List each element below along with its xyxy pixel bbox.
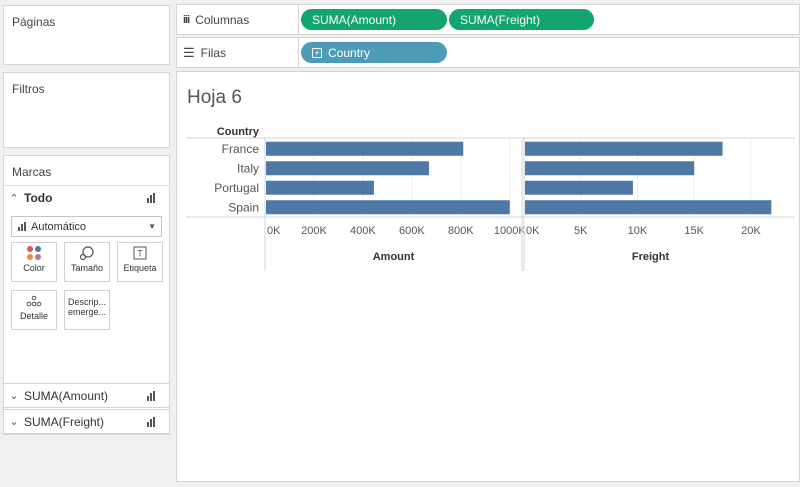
rows-label: Filas xyxy=(200,45,226,60)
row-pill-label: Country xyxy=(328,45,371,60)
tick-label: 800K xyxy=(448,225,474,237)
marks-section-label: SUMA(Amount) xyxy=(24,388,109,403)
marks-section-amount[interactable]: ⌄ SUMA(Amount) xyxy=(3,383,170,408)
chevron-up-icon[interactable]: ⌃ xyxy=(4,192,24,205)
tick-label: 0K xyxy=(267,225,281,237)
tick-label: 5K xyxy=(574,225,588,237)
label-card[interactable]: T Etiqueta xyxy=(117,242,163,282)
pages-panel[interactable]: Páginas xyxy=(3,5,170,65)
columns-label: Columnas xyxy=(195,12,250,27)
bar-amount xyxy=(266,180,374,195)
tick-label: 600K xyxy=(399,225,425,237)
tick-label: 400K xyxy=(350,225,376,237)
mark-type-dropdown[interactable]: Automático ▼ xyxy=(11,216,162,237)
row-header-country: Country xyxy=(217,126,260,138)
tick-label: 10K xyxy=(628,225,648,237)
svg-text:T: T xyxy=(137,249,143,259)
bar-mark-icon xyxy=(147,193,169,203)
bar-chart[interactable]: Country France Italy Portugal Spain 0K 200K 400… xyxy=(177,72,799,481)
tooltip-card[interactable]: Descrip... emerge... xyxy=(64,290,110,330)
text-label-icon: T xyxy=(118,243,162,263)
bar-freight xyxy=(525,141,723,156)
tick-label: 1000K xyxy=(494,225,526,237)
rows-shelf[interactable]: ☰ Filas + Country xyxy=(176,37,800,68)
expand-plus-icon[interactable]: + xyxy=(312,47,322,58)
bar-freight xyxy=(525,200,772,215)
marks-section-label: SUMA(Freight) xyxy=(24,414,105,429)
color-card[interactable]: Color xyxy=(11,242,57,282)
bar-mark-icon xyxy=(18,222,26,231)
marks-title: Marcas xyxy=(12,165,52,179)
category-label: Portugal xyxy=(214,181,259,195)
dropdown-arrow-icon: ▼ xyxy=(148,222,156,231)
size-icon xyxy=(65,243,109,263)
label-card-label: Etiqueta xyxy=(123,263,157,273)
rows-shelf-header: ☰ Filas xyxy=(183,38,226,67)
columns-shelf[interactable]: iii Columnas SUMA(Amount) SUMA(Freight) xyxy=(176,4,800,35)
tick-label: 0K xyxy=(526,225,540,237)
tooltip-card-label: Descrip... emerge... xyxy=(67,297,107,317)
color-card-label: Color xyxy=(23,263,45,273)
rows-icon: ☰ xyxy=(183,44,195,60)
mark-type-value: Automático xyxy=(31,220,87,233)
detail-card-label: Detalle xyxy=(19,311,48,321)
marks-all-label: Todo xyxy=(24,191,53,205)
bar-freight xyxy=(525,161,695,176)
shelf-divider xyxy=(298,38,299,67)
row-pill-country[interactable]: + Country xyxy=(301,42,447,63)
column-pill-amount[interactable]: SUMA(Amount) xyxy=(301,9,447,30)
bar-mark-icon xyxy=(147,416,169,427)
size-card[interactable]: Tamaño xyxy=(64,242,110,282)
size-card-label: Tamaño xyxy=(70,263,104,273)
tick-label: 15K xyxy=(684,225,704,237)
filters-title: Filtros xyxy=(12,82,45,96)
bar-amount xyxy=(266,161,429,176)
columns-icon: iii xyxy=(183,13,190,26)
bar-freight xyxy=(525,180,633,195)
bar-amount xyxy=(266,141,464,156)
chevron-down-icon[interactable]: ⌄ xyxy=(4,389,24,402)
bar-mark-icon xyxy=(147,390,169,401)
category-label: Italy xyxy=(237,161,259,175)
tick-label: 20K xyxy=(741,225,761,237)
tick-label: 200K xyxy=(301,225,327,237)
bar-amount xyxy=(266,200,510,215)
marks-section-freight[interactable]: ⌄ SUMA(Freight) xyxy=(3,409,170,434)
axis-title: Freight xyxy=(632,251,670,263)
axis-title: Amount xyxy=(373,251,415,263)
shelf-divider xyxy=(298,5,299,34)
detail-dots-icon xyxy=(12,291,56,311)
detail-card[interactable]: Detalle xyxy=(11,290,57,330)
filters-panel[interactable]: Filtros xyxy=(3,72,170,148)
columns-shelf-header: iii Columnas xyxy=(183,5,249,34)
pages-title: Páginas xyxy=(12,15,56,29)
color-dots-icon xyxy=(12,243,56,263)
category-label: Spain xyxy=(228,200,259,214)
chevron-down-icon[interactable]: ⌄ xyxy=(4,415,24,428)
worksheet-view[interactable]: Hoja 6 Country France Italy Portugal Spain 0K… xyxy=(176,71,800,482)
marks-all-row[interactable]: ⌃ Todo xyxy=(4,185,169,210)
column-pill-freight[interactable]: SUMA(Freight) xyxy=(449,9,594,30)
category-label: France xyxy=(222,142,260,156)
